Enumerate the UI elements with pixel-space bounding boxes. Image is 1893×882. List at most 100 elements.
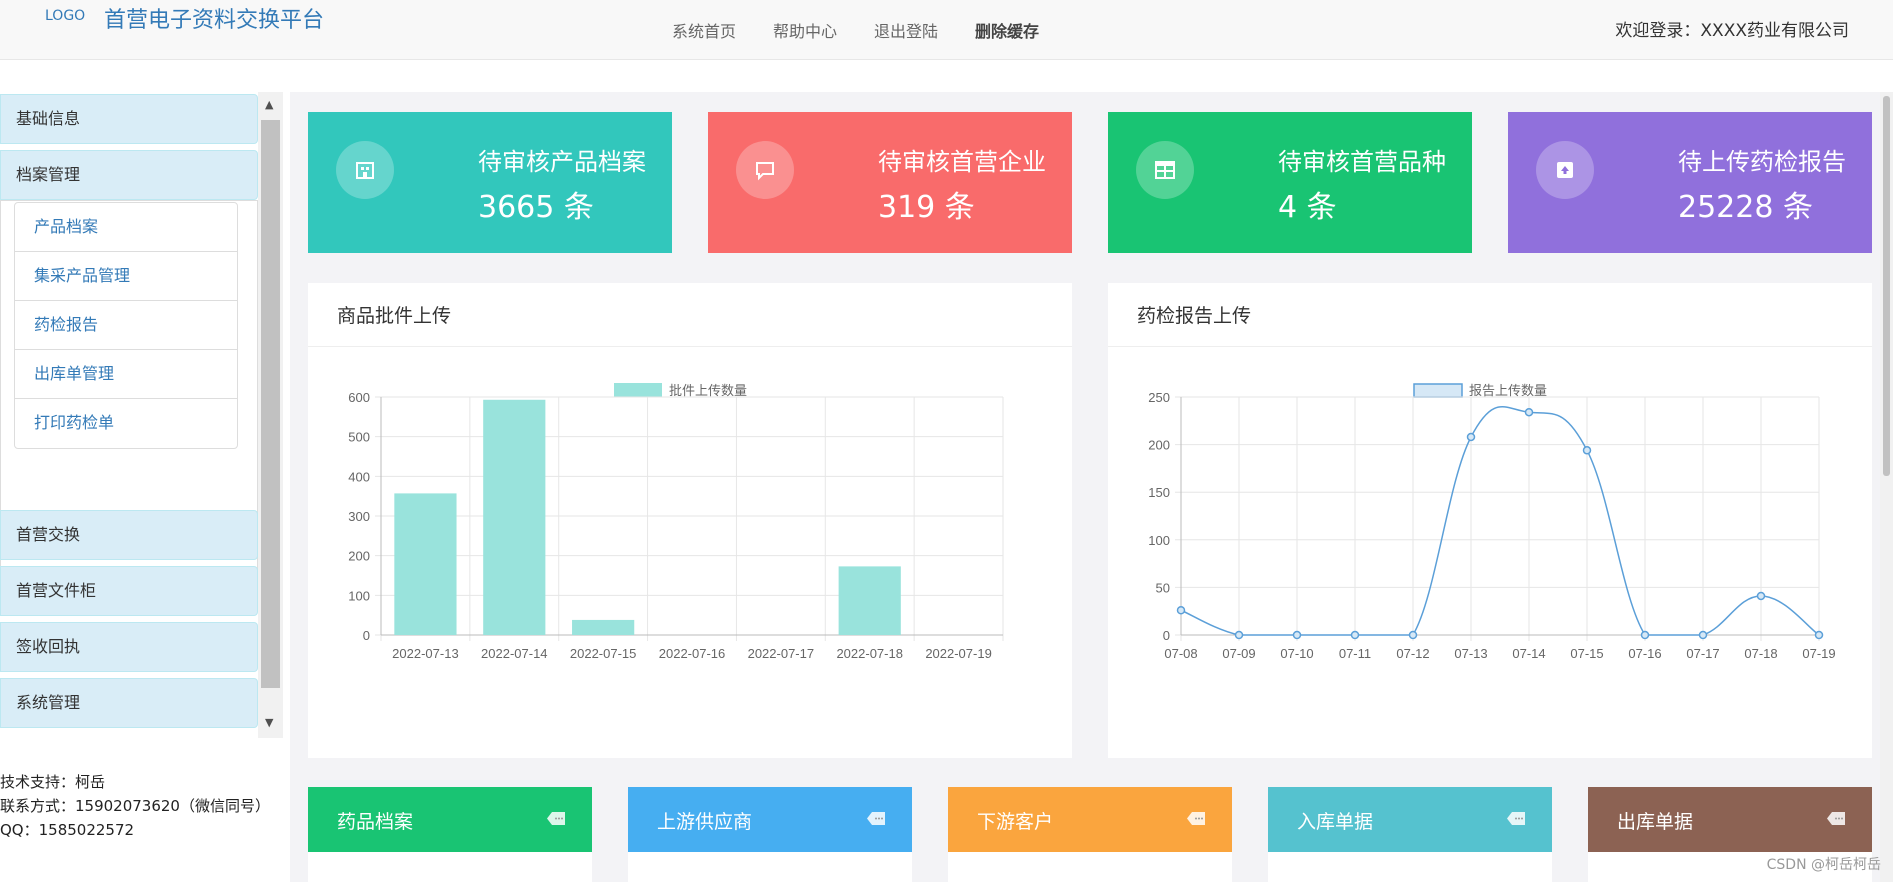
bar — [838, 566, 901, 635]
panel-title: 商品批件上传 — [337, 305, 452, 327]
stat-card-pending-variety[interactable]: 待审核首营品种 4 条 — [1108, 112, 1472, 253]
nav-clear-cache[interactable]: 删除缓存 — [975, 18, 1039, 42]
tile-label: 出库单据 — [1617, 811, 1694, 833]
sidebar: 基础信息 档案管理 产品档案 集采产品管理 药检报告 出库单管理 打印药检单 首… — [0, 92, 258, 732]
stat-count: 319 条 — [878, 190, 975, 225]
data-point — [1292, 630, 1302, 640]
tile-body — [628, 852, 912, 882]
data-point — [1176, 605, 1186, 615]
tag-icon — [1187, 812, 1205, 825]
tile-label: 药品档案 — [337, 811, 414, 833]
sidebar-item-first-exchange[interactable]: 首营交换 — [0, 510, 258, 560]
x-tick-label: 07-16 — [1628, 646, 1661, 661]
tile-body — [308, 852, 592, 882]
sidebar-scroll-thumb[interactable] — [261, 120, 280, 688]
welcome-text: 欢迎登录：XXXX药业有限公司 — [1615, 21, 1849, 41]
submenu-product-archive[interactable]: 产品档案 — [15, 203, 237, 252]
submenu-outbound-order[interactable]: 出库单管理 — [15, 350, 237, 399]
panel-approval-upload: 商品批件上传 批件上传数量 0 100 200 300 400 500 600 2022-07-… — [308, 283, 1072, 758]
stat-card-pending-report[interactable]: 待上传药检报告 25228 条 — [1508, 112, 1872, 253]
legend-label: 报告上传数量 — [1469, 383, 1547, 398]
x-tick-label: 2022-07-14 — [481, 646, 548, 661]
top-header: LOGO 首营电子资料交换平台 系统首页 帮助中心 退出登陆 删除缓存 欢迎登录… — [0, 0, 1893, 60]
legend-swatch — [614, 383, 662, 397]
tile-label: 入库单据 — [1297, 811, 1374, 833]
nav-help[interactable]: 帮助中心 — [773, 18, 837, 42]
data-point — [1698, 630, 1708, 640]
y-tick-label: 300 — [348, 509, 370, 524]
nav-home[interactable]: 系统首页 — [672, 18, 736, 42]
y-tick-label: 0 — [1163, 628, 1170, 643]
logo[interactable]: LOGO — [45, 8, 85, 24]
x-tick-label: 2022-07-17 — [748, 646, 815, 661]
x-tick-label: 07-15 — [1570, 646, 1603, 661]
stat-count: 3665 条 — [478, 190, 594, 225]
sidebar-item-receipt[interactable]: 签收回执 — [0, 622, 258, 672]
y-tick-label: 250 — [1148, 390, 1170, 405]
table-icon — [1136, 141, 1194, 199]
archive-submenu: 产品档案 集采产品管理 药检报告 出库单管理 打印药检单 — [14, 202, 238, 449]
y-tick-label: 400 — [348, 469, 370, 484]
stat-count: 25228 条 — [1678, 190, 1813, 225]
x-tick-label: 2022-07-19 — [925, 646, 992, 661]
tag-icon — [867, 812, 885, 825]
x-tick-label: 07-17 — [1686, 646, 1719, 661]
stat-title: 待审核首营企业 — [878, 148, 1046, 176]
tile-downstream-customer[interactable]: 下游客户 — [948, 787, 1232, 852]
sidebar-item-file-cabinet[interactable]: 首营文件柜 — [0, 566, 258, 616]
stat-title: 待上传药检报告 — [1678, 148, 1846, 176]
support-info: 技术支持：柯岳 联系方式：15902073620（微信同号） QQ：158502… — [0, 770, 270, 842]
sidebar-scrollbar[interactable]: ▲ ▼ — [258, 92, 283, 738]
x-tick-label: 07-19 — [1802, 646, 1835, 661]
data-point — [1640, 630, 1650, 640]
data-point — [1756, 591, 1766, 601]
data-point — [1234, 630, 1244, 640]
y-tick-label: 200 — [1148, 438, 1170, 453]
bar — [483, 399, 546, 635]
support-qq: QQ：1585022572 — [0, 821, 135, 839]
tile-label: 上游供应商 — [657, 811, 753, 833]
bar-chart: 批件上传数量 0 100 200 300 400 500 600 2022-07-13 2022-… — [348, 383, 1004, 661]
data-point — [1466, 432, 1476, 442]
x-tick-label: 07-18 — [1744, 646, 1777, 661]
legend-label: 批件上传数量 — [669, 383, 747, 398]
x-tick-label: 07-13 — [1454, 646, 1487, 661]
support-phone: 联系方式：15902073620（微信同号） — [0, 797, 270, 815]
data-point — [1524, 407, 1534, 417]
stat-card-pending-product[interactable]: 待审核产品档案 3665 条 — [308, 112, 672, 253]
x-tick-label: 2022-07-16 — [659, 646, 726, 661]
submenu-collective-purchase[interactable]: 集采产品管理 — [15, 252, 237, 301]
tile-body — [1268, 852, 1552, 882]
tile-outbound-documents[interactable]: 出库单据 — [1588, 787, 1872, 852]
tile-inbound-documents[interactable]: 入库单据 — [1268, 787, 1552, 852]
page-scrollbar[interactable] — [1880, 92, 1893, 882]
submenu-print-report[interactable]: 打印药检单 — [15, 399, 237, 448]
nav-logout[interactable]: 退出登陆 — [874, 18, 938, 42]
y-tick-label: 150 — [1148, 485, 1170, 500]
x-tick-label: 07-08 — [1164, 646, 1197, 661]
series-line — [1180, 406, 1820, 636]
sidebar-item-basic-info[interactable]: 基础信息 — [0, 94, 258, 144]
tile-upstream-supplier[interactable]: 上游供应商 — [628, 787, 912, 852]
page-scroll-thumb[interactable] — [1883, 96, 1890, 476]
bar — [394, 493, 457, 635]
y-tick-label: 100 — [348, 588, 370, 603]
scroll-up-icon[interactable]: ▲ — [265, 98, 273, 111]
data-point — [1408, 630, 1418, 640]
scroll-down-icon[interactable]: ▼ — [265, 716, 273, 729]
tile-drug-archive[interactable]: 药品档案 — [308, 787, 592, 852]
x-tick-label: 07-12 — [1396, 646, 1429, 661]
y-tick-label: 0 — [363, 628, 370, 643]
line-chart: 报告上传数量 0 50 100 150 200 250 07-08 07-09 07-10 07-1… — [1148, 383, 1835, 661]
tile-label: 下游客户 — [977, 811, 1054, 833]
sidebar-item-system[interactable]: 系统管理 — [0, 678, 258, 728]
submenu-drug-report[interactable]: 药检报告 — [15, 301, 237, 350]
x-tick-label: 2022-07-15 — [570, 646, 637, 661]
watermark: CSDN @柯岳柯岳 — [1766, 857, 1881, 873]
panel-title: 药检报告上传 — [1137, 305, 1252, 327]
chat-icon — [736, 141, 794, 199]
sidebar-item-archive[interactable]: 档案管理 — [0, 150, 258, 200]
tile-body — [948, 852, 1232, 882]
tag-icon — [1507, 812, 1525, 825]
stat-card-pending-enterprise[interactable]: 待审核首营企业 319 条 — [708, 112, 1072, 253]
